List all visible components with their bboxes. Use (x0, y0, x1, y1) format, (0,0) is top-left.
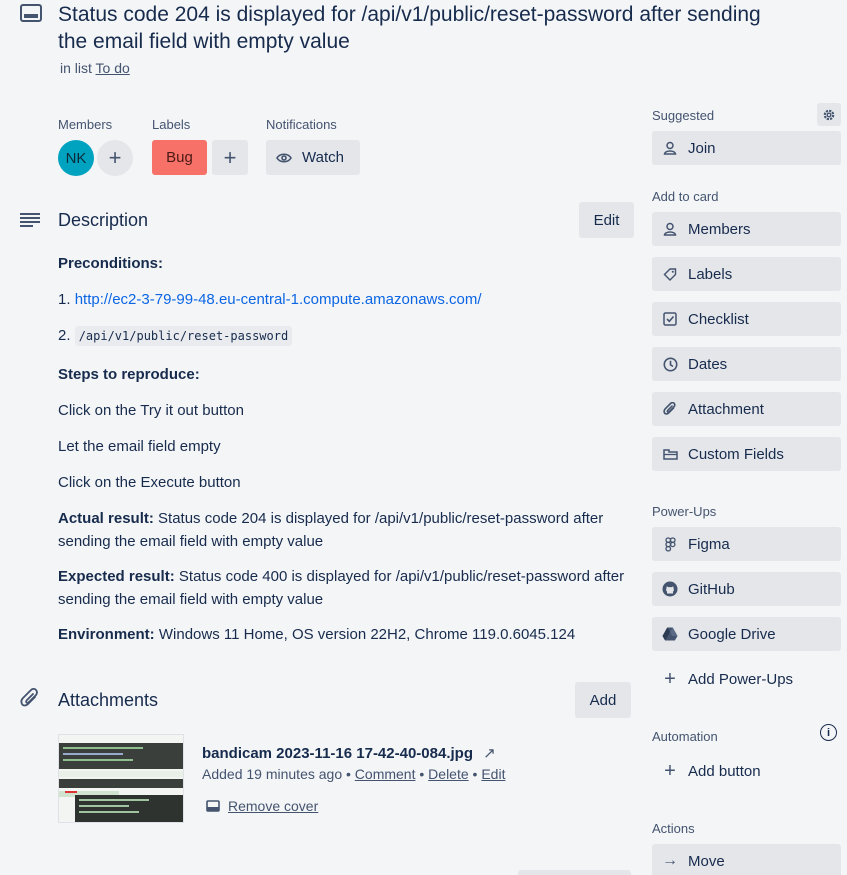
checklist-icon (662, 311, 678, 327)
arrow-right-icon: → (662, 852, 678, 869)
add-attachment-button[interactable]: Add (575, 682, 631, 718)
join-button[interactable]: Join (652, 131, 841, 165)
precondition-item-2: 2. /api/v1/public/reset-password (58, 324, 293, 348)
automation-heading: Automation (652, 729, 718, 744)
sidebar-attachment-button[interactable]: Attachment (652, 392, 841, 426)
figma-icon (662, 536, 678, 552)
external-link-icon[interactable]: ↗ (483, 745, 496, 762)
description-icon (20, 212, 40, 228)
move-button[interactable]: → Move (652, 844, 841, 875)
attachments-heading: Attachments (58, 690, 159, 710)
sidebar-labels-button[interactable]: Labels (652, 257, 841, 291)
suggested-heading: Suggested (652, 108, 715, 123)
plus-icon: + (664, 667, 676, 690)
precondition-item-1: 1. http://ec2-3-79-99-48.eu-central-1.co… (58, 291, 482, 308)
description-heading: Description (58, 210, 149, 230)
endpoint-code: /api/v1/public/reset-password (74, 326, 293, 346)
info-icon[interactable]: i (820, 724, 837, 741)
step-1: Click on the Try it out button (58, 402, 244, 419)
watch-button[interactable]: Watch (266, 140, 360, 175)
attachment-file-name[interactable]: bandicam 2023-11-16 17-42-40-084.jpg ↗ (202, 744, 496, 762)
edit-description-button[interactable]: Edit (579, 202, 634, 238)
remove-cover-link[interactable]: Remove cover (206, 798, 318, 814)
comment-link[interactable]: Comment (355, 766, 416, 782)
step-2: Let the email field empty (58, 438, 221, 455)
figma-powerup-button[interactable]: Figma (652, 527, 841, 561)
card-title[interactable]: Status code 204 is displayed for /api/v1… (58, 1, 778, 55)
custom-fields-icon (662, 446, 678, 462)
in-list-prefix: in list (60, 60, 92, 76)
list-info: in list To do (60, 60, 130, 76)
powerups-heading: Power-Ups (652, 504, 717, 519)
labels-heading: Labels (152, 117, 191, 132)
actions-heading: Actions (652, 821, 695, 836)
card-icon (20, 4, 42, 22)
github-icon (662, 581, 678, 597)
plus-icon: + (664, 759, 676, 782)
preconditions-label: Preconditions: (58, 255, 164, 272)
notifications-heading: Notifications (266, 117, 337, 132)
added-time: Added 19 minutes ago (202, 766, 343, 782)
add-powerups-button[interactable]: + Add Power-Ups (652, 662, 841, 696)
google-drive-icon (662, 626, 678, 642)
sidebar-checklist-button[interactable]: Checklist (652, 302, 841, 336)
github-powerup-button[interactable]: GitHub (652, 572, 841, 606)
steps-label: Steps to reproduce: (58, 366, 200, 383)
sidebar-members-button[interactable]: Members (652, 212, 841, 246)
expected-result: Expected result: Status code 400 is disp… (58, 568, 625, 608)
person-icon (662, 140, 678, 156)
eye-icon (276, 152, 292, 164)
list-name-link[interactable]: To do (96, 60, 130, 76)
sidebar-dates-button[interactable]: Dates (652, 347, 841, 381)
sidebar-custom-fields-button[interactable]: Custom Fields (652, 437, 841, 471)
members-heading: Members (58, 117, 113, 132)
paperclip-icon (20, 687, 40, 710)
app-url-link[interactable]: http://ec2-3-79-99-48.eu-central-1.compu… (75, 291, 482, 308)
partial-button[interactable] (518, 870, 631, 875)
cover-icon (206, 800, 220, 812)
watch-label: Watch (302, 149, 344, 166)
tag-icon (662, 266, 678, 282)
edit-attachment-link[interactable]: Edit (481, 766, 505, 782)
environment: Environment: Windows 11 Home, OS version… (58, 626, 576, 643)
actual-result: Actual result: Status code 204 is displa… (58, 510, 604, 550)
add-button-button[interactable]: + Add button (652, 754, 841, 788)
settings-gear-icon[interactable] (817, 103, 841, 126)
avatar[interactable]: NK (58, 140, 94, 176)
attachment-thumbnail[interactable] (58, 734, 184, 823)
google-drive-powerup-button[interactable]: Google Drive (652, 617, 841, 651)
add-label-button[interactable]: + (212, 140, 248, 175)
add-member-button[interactable]: + (97, 140, 133, 176)
add-to-card-heading: Add to card (652, 189, 719, 204)
step-3: Click on the Execute button (58, 474, 241, 491)
clock-icon (662, 356, 678, 372)
attachment-meta: Added 19 minutes ago • Comment • Delete … (202, 766, 506, 782)
delete-link[interactable]: Delete (428, 766, 468, 782)
person-icon (662, 221, 678, 237)
label-bug[interactable]: Bug (152, 140, 207, 175)
paperclip-icon (662, 401, 678, 417)
